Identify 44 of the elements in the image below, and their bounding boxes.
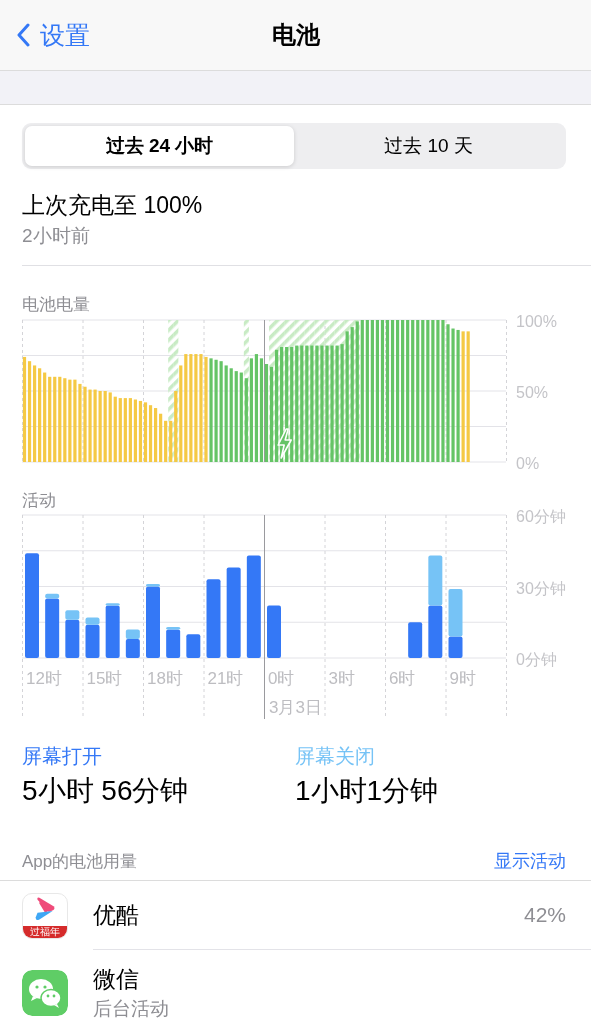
app-name: 优酷 bbox=[93, 901, 139, 930]
x-axis-label: 12时 bbox=[26, 669, 62, 688]
app-name: 微信 bbox=[93, 965, 140, 994]
x-axis-label: 3时 bbox=[328, 669, 355, 688]
app-subtitle: 后台活动 bbox=[93, 997, 169, 1021]
chart-title: 活动 bbox=[22, 490, 57, 512]
x-axis-label: 18时 bbox=[147, 669, 183, 688]
app-row[interactable]: 过福年 优酷 42% bbox=[0, 881, 591, 950]
usage-percent: 42% bbox=[523, 903, 566, 927]
duration-value: 1小时1分钟 bbox=[295, 774, 439, 808]
y-axis-label: 50% bbox=[516, 384, 549, 401]
date-label: 3月3日 bbox=[269, 698, 322, 717]
back-button[interactable]: 设置 bbox=[12, 14, 94, 56]
activity-bar bbox=[267, 605, 281, 658]
activity-bar bbox=[408, 622, 423, 658]
section-title: App的电池用量 bbox=[22, 850, 138, 873]
chevron-left-icon bbox=[16, 23, 30, 47]
page-title: 电池 bbox=[271, 20, 320, 50]
x-axis-label: 9时 bbox=[449, 669, 476, 688]
legend-label: 屏幕打开 bbox=[22, 744, 102, 768]
y-axis-label: 30分钟 bbox=[516, 579, 566, 597]
y-axis-label: 0% bbox=[516, 455, 540, 472]
legend-label: 屏幕关闭 bbox=[295, 744, 375, 768]
chat-bubbles-icon bbox=[22, 970, 68, 1016]
duration-value: 5小时 56分钟 bbox=[22, 774, 189, 808]
show-activity-link[interactable]: 显示活动 bbox=[494, 849, 566, 873]
chart-title: 电池电量 bbox=[22, 294, 91, 316]
last-charge-title: 上次充电至 100% bbox=[22, 191, 204, 220]
activity-bar bbox=[186, 634, 201, 658]
x-axis-label: 0时 bbox=[268, 669, 295, 688]
y-axis-label: 60分钟 bbox=[516, 508, 566, 525]
last-charge-time: 2小时前 bbox=[22, 224, 91, 248]
y-axis-label: 100% bbox=[516, 313, 557, 330]
lightning-icon bbox=[277, 428, 292, 459]
app-icon: 过福年 bbox=[22, 892, 68, 939]
segment-tab[interactable]: 过去 24 小时 bbox=[25, 126, 294, 166]
x-axis-label: 6时 bbox=[389, 669, 416, 688]
x-axis-label: 15时 bbox=[86, 669, 123, 688]
segment-tab[interactable]: 过去 10 天 bbox=[294, 126, 563, 166]
y-axis-label: 0分钟 bbox=[516, 651, 557, 668]
app-row[interactable]: 微信 后台活动 bbox=[0, 950, 591, 1035]
activity-bar bbox=[428, 555, 443, 606]
activity-bar bbox=[428, 605, 443, 658]
x-axis-label: 21时 bbox=[207, 669, 244, 688]
